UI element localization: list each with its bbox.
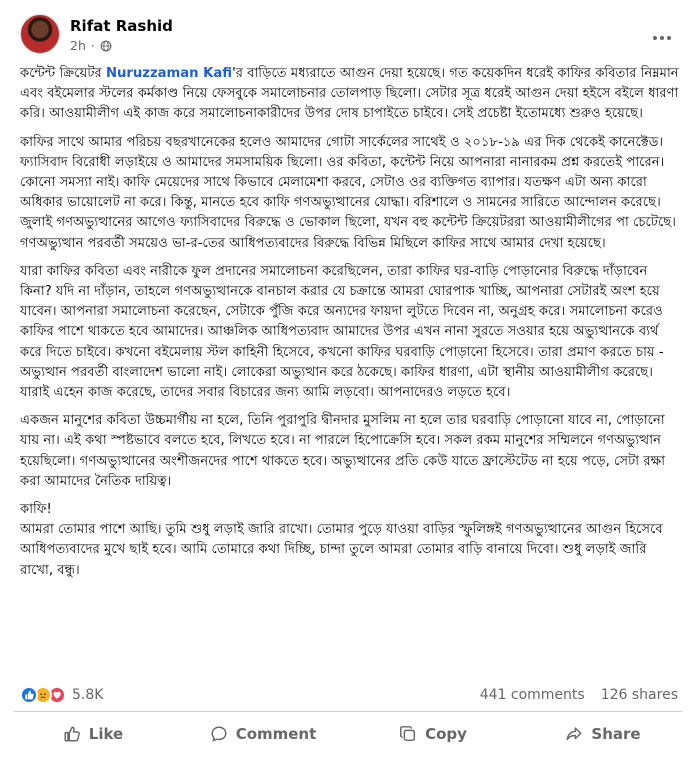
share-icon (566, 727, 582, 741)
shares-count[interactable]: 126 shares (601, 687, 678, 703)
mention-link[interactable]: Nuruzzaman Kafi (106, 66, 232, 81)
post-body: কন্টেন্ট ক্রিয়েটর Nuruzzaman Kafi'র বাড… (20, 64, 682, 589)
meta-separator: · (90, 38, 95, 53)
copy-button[interactable]: Copy (348, 716, 518, 752)
copy-label: Copy (425, 725, 467, 743)
reaction-count: 5.8K (72, 687, 104, 703)
share-button[interactable]: Share (518, 716, 688, 752)
share-label: Share (591, 725, 641, 743)
engagement-counts: 441 comments 126 shares (480, 687, 678, 703)
post-header: Rifat Rashid 2h · (20, 14, 680, 58)
post-stats: 5.8K 441 comments 126 shares (20, 683, 678, 707)
comment-label: Comment (235, 725, 317, 743)
more-dot-icon (653, 36, 657, 40)
like-icon (20, 686, 38, 704)
globe-icon[interactable] (100, 40, 112, 52)
thumbs-up-icon (64, 726, 80, 742)
post-paragraph-1: কন্টেন্ট ক্রিয়েটর Nuruzzaman Kafi'র বাড… (20, 64, 682, 125)
comments-count[interactable]: 441 comments (480, 687, 585, 703)
copy-icon (400, 726, 416, 742)
more-dot-icon (660, 36, 664, 40)
reactions-summary[interactable]: 5.8K (20, 686, 103, 704)
post-paragraph-5: কাফি! আমরা তোমার পাশে আছি। তুমি শুধু লড়া… (20, 500, 682, 581)
paragraph-5-text: আমরা তোমার পাশে আছি। তুমি শুধু লড়াই জার… (20, 522, 663, 578)
author-avatar[interactable] (20, 14, 60, 54)
post-paragraph-3: যারা কাফির কবিতা এবং নারীকে ফুল প্রদানের… (20, 263, 664, 401)
comment-button[interactable]: Comment (178, 716, 348, 752)
more-options-button[interactable] (644, 24, 680, 52)
post-meta: 2h · (70, 38, 112, 53)
actions-divider (14, 711, 682, 712)
post-time[interactable]: 2h (70, 38, 86, 53)
like-label: Like (88, 725, 124, 743)
paragraph-5-first-line: কাফি! (20, 502, 52, 518)
comment-icon (211, 726, 227, 742)
author-name[interactable]: Rifat Rashid (70, 17, 173, 35)
more-dot-icon (667, 36, 671, 40)
paragraph-1-prefix: কন্টেন্ট ক্রিয়েটর (20, 66, 106, 81)
post-actions: Like Comment Copy Share (8, 716, 688, 752)
post-paragraph-4: একজন মানুশের কবিতা উচ্চমার্গীয় না হলে, … (20, 413, 666, 489)
like-button[interactable]: Like (8, 716, 178, 752)
post-paragraph-2: কাফির সাথে আমার পরিচয় বছরখানেকের হলেও আ… (20, 134, 677, 251)
